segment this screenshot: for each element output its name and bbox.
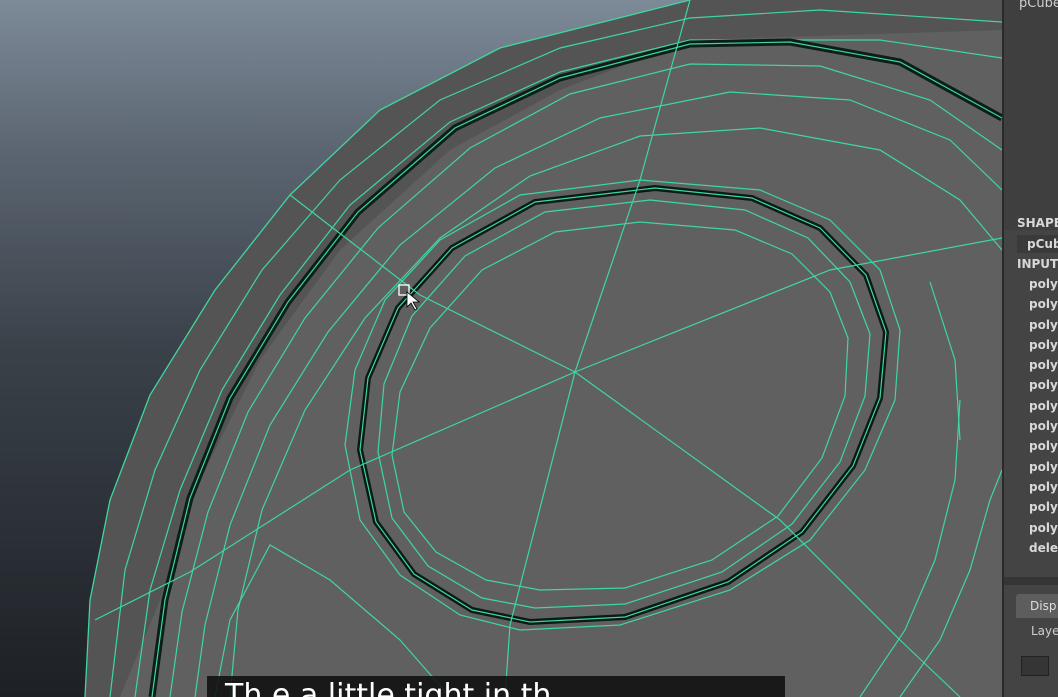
input-node[interactable]: polyl <box>1004 497 1058 517</box>
shapes-header: SHAPE <box>1017 216 1058 230</box>
object-name[interactable]: pCube <box>1019 0 1058 11</box>
tab-display[interactable]: Disp <box>1016 594 1058 618</box>
input-node[interactable]: polyl <box>1004 416 1058 436</box>
input-node[interactable]: polyS <box>1004 335 1058 355</box>
input-node[interactable]: polyl <box>1004 396 1058 416</box>
layer-button[interactable] <box>1021 656 1049 676</box>
shape-item[interactable]: pCub <box>1017 235 1058 253</box>
input-node[interactable]: polyl <box>1004 375 1058 395</box>
input-node[interactable]: polyl <box>1004 315 1058 335</box>
input-node[interactable]: polyS <box>1004 436 1058 456</box>
viewport-3d[interactable]: Th e a little tight in th <box>0 0 1002 697</box>
input-node[interactable]: polyS <box>1004 457 1058 477</box>
input-node[interactable]: delet <box>1004 538 1058 558</box>
input-node[interactable]: polyl <box>1004 294 1058 314</box>
inputs-header: INPUT <box>1017 257 1058 271</box>
subtitle-caption: Th e a little tight in th <box>207 676 785 697</box>
mesh-wireframe[interactable] <box>0 0 1002 697</box>
input-node[interactable]: polyl <box>1004 518 1058 538</box>
panel-splitter[interactable] <box>1004 577 1058 585</box>
layers-menu[interactable]: Layer <box>1031 624 1058 638</box>
input-node[interactable]: polyl <box>1004 274 1058 294</box>
inputs-list: polyl polyl polyl polyS polyT polyl poly… <box>1004 274 1058 558</box>
channel-box-panel: pCube SHAPE pCub INPUT polyl polyl polyl… <box>1002 0 1058 697</box>
channel-box-attributes: pCube <box>1004 0 1058 230</box>
input-node[interactable]: polyS <box>1004 477 1058 497</box>
input-node[interactable]: polyT <box>1004 355 1058 375</box>
